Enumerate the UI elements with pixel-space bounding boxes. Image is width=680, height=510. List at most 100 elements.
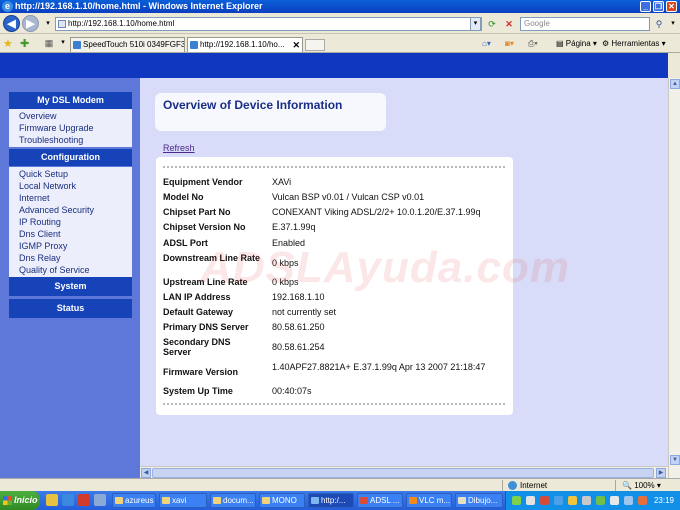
nav-link-ip-routing[interactable]: IP Routing — [9, 216, 132, 228]
security-zone[interactable]: Internet — [508, 480, 547, 491]
info-label: Default Gateway — [163, 307, 234, 317]
page-title: Overview of Device Information — [163, 98, 343, 112]
task-item-dibujo[interactable]: Dibujo... — [455, 493, 503, 508]
horizontal-scrollbar[interactable]: ◀ ▶ — [140, 466, 668, 478]
task-item-label: MONO — [272, 496, 297, 505]
zoom-icon: 🔍 — [622, 481, 635, 490]
nav-header-status[interactable]: Status — [9, 299, 132, 318]
nav-link-troubleshooting[interactable]: Troubleshooting — [9, 134, 132, 146]
nav-header-my-dsl-modem[interactable]: My DSL Modem — [9, 92, 132, 109]
search-icon[interactable]: ⚲ — [652, 17, 666, 31]
nav-link-quick-setup[interactable]: Quick Setup — [9, 168, 132, 180]
tray-app-icon[interactable] — [582, 496, 591, 505]
minimize-button[interactable]: _ — [640, 1, 651, 12]
address-toolbar: ◀ ▶ ▾ http://192.168.1.10/home.html ▾ ⟳ … — [0, 13, 680, 34]
vertical-scrollbar[interactable]: ▲ ▼ — [668, 78, 680, 478]
task-item-vlc[interactable]: VLC m... — [406, 493, 452, 508]
quicklaunch-app-icon[interactable] — [94, 494, 106, 506]
task-item-http[interactable]: http:/... — [308, 493, 354, 508]
refresh-link[interactable]: Refresh — [163, 143, 195, 153]
task-item-adsl[interactable]: ADSL ... — [357, 493, 403, 508]
nav-link-quality-of-service[interactable]: Quality of Service — [9, 264, 132, 276]
info-value: 00:40:07s — [272, 386, 312, 396]
start-button[interactable]: Inicio — [0, 491, 40, 510]
window-title: http://192.168.1.10/home.html - Windows … — [15, 1, 263, 11]
nav-link-advanced-security[interactable]: Advanced Security — [9, 204, 132, 216]
maximize-button[interactable]: ❐ — [653, 1, 664, 12]
back-button[interactable]: ◀ — [3, 15, 20, 32]
nav-link-internet[interactable]: Internet — [9, 192, 132, 204]
info-label: Chipset Version No — [163, 222, 246, 232]
tab-close-icon[interactable]: ✕ — [292, 38, 300, 52]
refresh-icon[interactable]: ⟳ — [485, 17, 499, 31]
quicklaunch-ie-icon[interactable] — [62, 494, 74, 506]
horizontal-scroll-thumb[interactable] — [152, 468, 654, 478]
divider-top — [163, 166, 505, 168]
status-separator — [502, 480, 503, 491]
nav-link-igmp-proxy[interactable]: IGMP Proxy — [9, 240, 132, 252]
address-dropdown-icon[interactable]: ▾ — [470, 17, 481, 31]
task-item-xavi[interactable]: xavi — [159, 493, 207, 508]
info-value: not currently set — [272, 307, 337, 317]
close-button[interactable]: ✕ — [666, 1, 677, 12]
tray-app-icon[interactable] — [638, 496, 647, 505]
info-label: ADSL Port — [163, 238, 208, 248]
tray-volume-icon[interactable] — [624, 496, 633, 505]
tray-app-icon[interactable] — [526, 496, 535, 505]
app-icon — [360, 497, 368, 504]
info-label: Chipset Part No — [163, 207, 231, 217]
tray-check-icon[interactable] — [596, 496, 605, 505]
stop-icon[interactable]: ✕ — [502, 17, 516, 31]
address-input[interactable]: http://192.168.1.10/home.html — [55, 17, 482, 31]
status-bar: Internet 🔍 100% ▾ — [0, 478, 680, 491]
nav-list-my-dsl-modem: Overview Firmware Upgrade Troubleshootin… — [9, 109, 132, 147]
quicklaunch-folder-icon[interactable] — [46, 494, 58, 506]
tray-app-icon[interactable] — [554, 496, 563, 505]
nav-header-system[interactable]: System — [9, 277, 132, 296]
nav-link-local-network[interactable]: Local Network — [9, 180, 132, 192]
paint-icon — [458, 497, 466, 504]
zoom-level[interactable]: 🔍 100% ▾ — [622, 480, 661, 491]
info-value: 0 kbps — [272, 258, 299, 268]
nav-link-firmware-upgrade[interactable]: Firmware Upgrade — [9, 122, 132, 134]
favorites-star-icon[interactable]: ★ — [3, 37, 13, 50]
tools-menu-label: Herramientas — [611, 39, 660, 48]
scroll-left-icon[interactable]: ◀ — [141, 468, 151, 478]
page-icon — [58, 20, 66, 28]
search-input[interactable]: Google — [520, 17, 650, 31]
quicklaunch-app-icon[interactable] — [78, 494, 90, 506]
task-item-label: azureus — [125, 496, 154, 505]
nav-link-dns-client[interactable]: Dns Client — [9, 228, 132, 240]
feeds-icon[interactable]: ◙▾ — [505, 37, 514, 50]
info-label: Primary DNS Server — [163, 322, 249, 332]
add-favorites-icon[interactable]: ✚ — [20, 37, 29, 50]
tray-network-icon[interactable] — [512, 496, 521, 505]
tab-speedtouch[interactable]: SpeedTouch 510i 0349FGF3G — [70, 37, 185, 52]
nav-list-configuration: Quick Setup Local Network Internet Advan… — [9, 167, 132, 277]
history-dropdown-icon[interactable]: ▾ — [41, 17, 55, 31]
nav-link-dns-relay[interactable]: Dns Relay — [9, 252, 132, 264]
tools-menu[interactable]: ⚙ Herramientas ▾ — [602, 37, 666, 50]
home-icon[interactable]: ⌂▾ — [482, 37, 491, 50]
page-menu[interactable]: ▤ Página ▾ — [556, 37, 597, 50]
forward-button[interactable]: ▶ — [22, 15, 39, 32]
task-item-label: Dibujo... — [468, 496, 498, 505]
scroll-down-icon[interactable]: ▼ — [670, 455, 680, 465]
task-item-mono[interactable]: MONO — [259, 493, 305, 508]
search-options-icon[interactable]: ▾ — [666, 17, 680, 31]
task-item-azureus[interactable]: azureus — [112, 493, 156, 508]
tray-app-icon[interactable] — [568, 496, 577, 505]
tab-home[interactable]: http://192.168.1.10/ho... ✕ — [187, 37, 303, 52]
scroll-up-icon[interactable]: ▲ — [670, 79, 680, 89]
nav-header-configuration[interactable]: Configuration — [9, 149, 132, 166]
print-icon[interactable]: ⎙▾ — [528, 37, 538, 50]
task-item-documents[interactable]: docum... — [210, 493, 256, 508]
scroll-right-icon[interactable]: ▶ — [656, 468, 666, 478]
info-value: Vulcan BSP v0.01 / Vulcan CSP v0.01 — [272, 192, 425, 202]
nav-link-overview[interactable]: Overview — [9, 110, 132, 122]
tray-app-icon[interactable] — [610, 496, 619, 505]
tab-list-icon[interactable]: ▾ — [56, 36, 70, 50]
new-tab-button[interactable] — [305, 39, 325, 51]
tray-app-icon[interactable] — [540, 496, 549, 505]
quick-tabs-icon[interactable]: ▦ — [42, 36, 56, 50]
